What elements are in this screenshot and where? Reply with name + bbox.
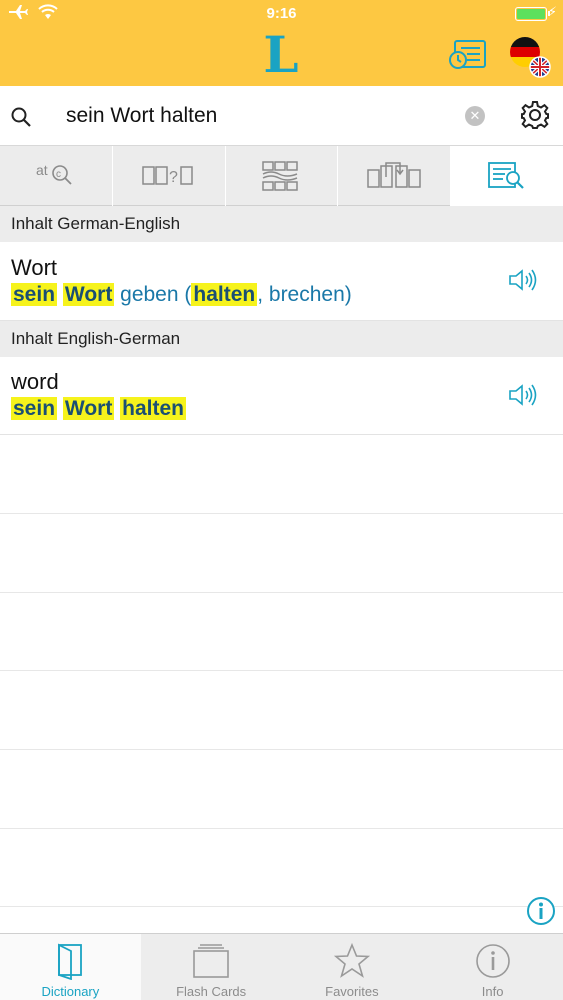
list-divider <box>0 828 563 829</box>
search-icon <box>11 107 31 127</box>
list-divider <box>0 906 563 907</box>
list-divider <box>0 670 563 671</box>
ac-search-tab[interactable]: at c <box>0 146 113 206</box>
clear-icon[interactable]: ✕ <box>465 106 485 126</box>
list-divider <box>0 749 563 750</box>
info-button[interactable] <box>526 896 556 926</box>
wildcard-icon: ? <box>141 166 193 186</box>
tab-dictionary[interactable]: Dictionary <box>0 934 141 1000</box>
phrase-highlight: Wort <box>62 397 115 420</box>
search-mode-tabs: at c ? <box>0 146 563 206</box>
section-header-de-en: Inhalt German-English <box>0 206 563 242</box>
book-icon <box>58 943 83 980</box>
tab-label: Favorites <box>325 984 379 999</box>
result-entry[interactable]: word sein Wort halten <box>0 357 563 435</box>
gear-icon <box>521 101 549 129</box>
flash-cards-icon <box>193 944 229 978</box>
phrase-text: , brechen) <box>257 283 352 306</box>
svg-text:at: at <box>36 162 48 178</box>
entry-headword: word <box>11 369 59 394</box>
tab-info[interactable]: Info <box>422 934 563 1000</box>
history-button[interactable] <box>447 38 487 72</box>
speaker-icon[interactable] <box>508 266 538 294</box>
tab-favorites[interactable]: Favorites <box>282 934 423 1000</box>
fulltext-search-tab[interactable] <box>451 146 563 206</box>
search-input[interactable] <box>66 100 446 132</box>
svg-text:c: c <box>56 169 61 180</box>
word-puzzle-tab[interactable] <box>226 146 339 206</box>
phrase-highlight: sein <box>11 283 58 306</box>
phrase-text <box>57 397 63 420</box>
battery-icon <box>515 7 550 21</box>
section-header-en-de: Inhalt English-German <box>0 321 563 357</box>
entry-phrase: sein Wort halten <box>11 397 186 421</box>
phrase-highlight: halten <box>120 397 186 420</box>
list-divider <box>0 592 563 593</box>
charging-icon: ⚡ <box>547 4 557 19</box>
phrase-highlight: sein <box>11 397 58 420</box>
svg-text:?: ? <box>169 169 178 186</box>
phrase-highlight: halten <box>191 283 258 306</box>
status-time: 9:16 <box>266 5 297 22</box>
puzzle-icon <box>262 161 299 191</box>
status-bar: 9:16 ⚡ <box>0 0 563 28</box>
language-direction-button[interactable] <box>508 36 552 80</box>
search-bar: ✕ <box>0 86 563 146</box>
conjugation-icon <box>367 162 422 188</box>
tab-label: Info <box>481 984 504 999</box>
ac-search-icon: at c <box>36 162 72 185</box>
star-icon <box>333 942 370 978</box>
wildcard-search-tab[interactable]: ? <box>113 146 226 206</box>
phrase-text <box>57 283 63 306</box>
app-logo: L <box>263 25 299 84</box>
tab-label: Flash Cards <box>176 984 247 999</box>
app-header: 9:16 ⚡ L <box>0 0 563 86</box>
speaker-icon[interactable] <box>508 381 538 409</box>
entry-phrase: sein Wort geben (halten, brechen) <box>11 283 352 307</box>
info-icon <box>475 944 510 978</box>
bottom-tab-bar: Dictionary Flash Cards Favorites Info <box>0 933 563 1000</box>
flag-de-en-icon <box>510 37 551 78</box>
settings-button[interactable] <box>520 100 550 130</box>
phrase-highlight: Wort <box>62 283 115 306</box>
tab-label: Dictionary <box>41 984 100 999</box>
fulltext-search-icon <box>488 162 524 189</box>
result-entry[interactable]: Wort sein Wort geben (halten, brechen) <box>0 242 563 321</box>
history-icon <box>449 40 486 69</box>
entry-headword: Wort <box>11 255 58 280</box>
tab-flash-cards[interactable]: Flash Cards <box>141 934 282 1000</box>
list-divider <box>0 513 563 514</box>
phrase-text: geben ( <box>114 283 192 306</box>
conjugation-tab[interactable] <box>338 146 452 206</box>
